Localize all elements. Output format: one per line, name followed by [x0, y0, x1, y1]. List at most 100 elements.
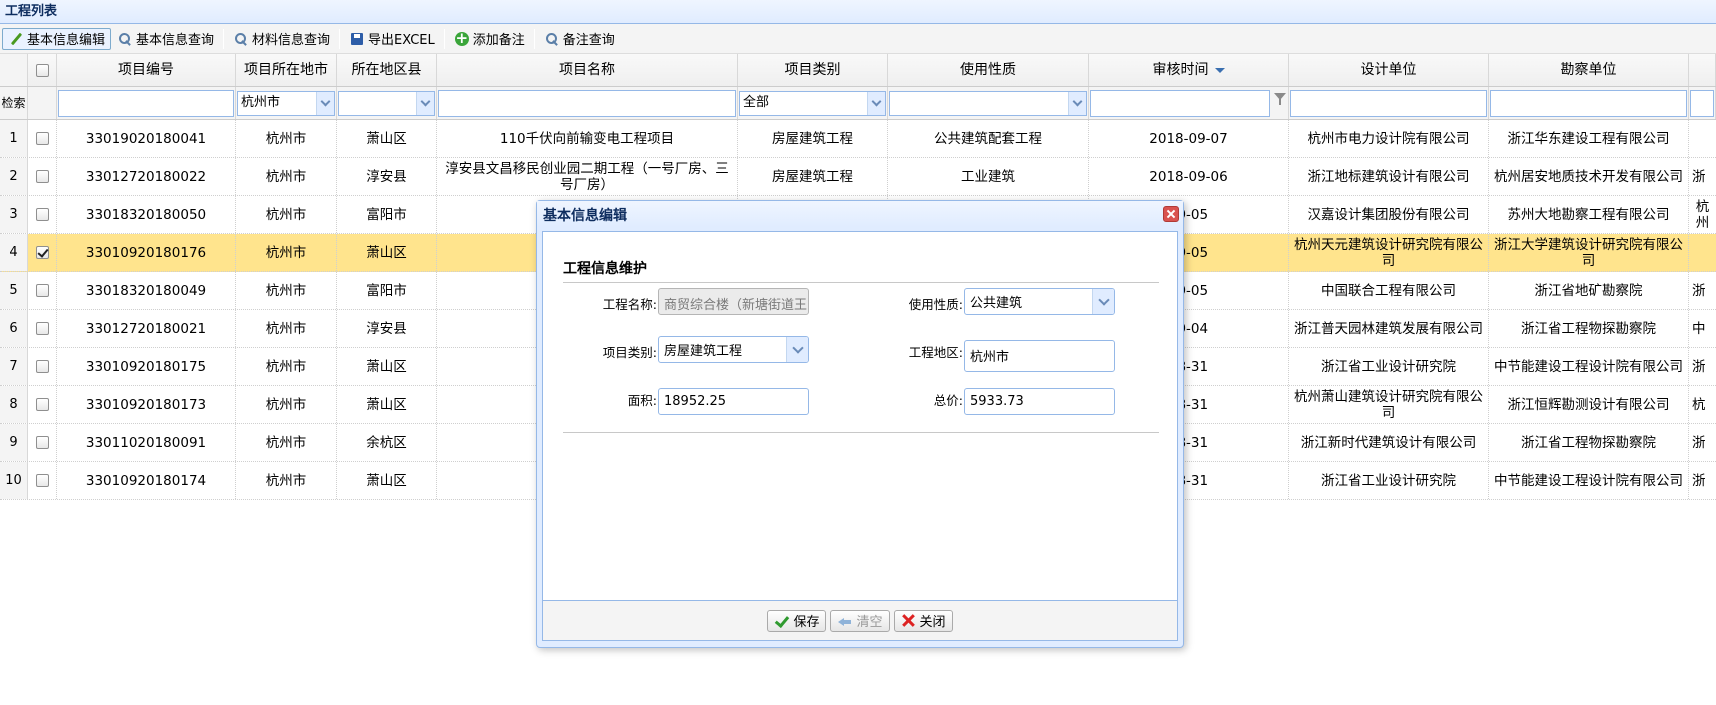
cell-district: 富阳市	[337, 272, 437, 309]
sort-desc-icon	[1214, 67, 1225, 73]
project-type-select[interactable]: 房屋建筑工程	[658, 336, 809, 363]
close-button[interactable]: 关闭	[893, 609, 953, 632]
filter-funnel-icon[interactable]	[1274, 93, 1286, 105]
cell-type: 房屋建筑工程	[738, 120, 888, 157]
filter-city-value: 杭州市	[241, 95, 281, 110]
cell-design: 杭州天元建筑设计研究院有限公司	[1289, 234, 1489, 271]
usage-value: 公共建筑	[970, 296, 1023, 311]
row-checkbox[interactable]	[35, 284, 49, 297]
column-header-code[interactable]: 项目编号	[57, 54, 236, 86]
cell-survey: 浙江省工程物探勘察院	[1489, 310, 1689, 347]
toolbar: 基本信息编辑 基本信息查询 材料信息查询 导出EXCEL 添加备注 备注查询	[0, 24, 1716, 54]
row-checkbox-cell	[28, 348, 57, 385]
row-checkbox-cell	[28, 158, 57, 195]
cell-design: 杭州市电力设计院有限公司	[1289, 120, 1489, 157]
filter-type-select[interactable]: 全部	[739, 90, 886, 116]
area-input[interactable]: 18952.25	[658, 388, 809, 415]
chevron-down-icon[interactable]	[416, 91, 434, 115]
row-checkbox[interactable]	[35, 322, 49, 335]
cell-usage: 公共建筑配套工程	[888, 120, 1089, 157]
row-checkbox[interactable]	[35, 398, 49, 411]
row-checkbox[interactable]	[35, 208, 49, 221]
cell-code: 33012720180021	[57, 310, 236, 347]
table-row[interactable]: 2 33012720180022 杭州市 淳安县 淳安县文昌移民创业园二期工程（…	[0, 158, 1716, 196]
total-price-input[interactable]: 5933.73	[964, 388, 1115, 415]
filter-design-input[interactable]	[1290, 89, 1487, 117]
filter-time-input[interactable]	[1090, 89, 1270, 117]
section-divider-bottom	[563, 432, 1159, 433]
query-notes-button[interactable]: 备注查询	[538, 28, 621, 50]
table-row[interactable]: 1 33019020180041 杭州市 萧山区 110千伏向前输变电工程项目 …	[0, 120, 1716, 158]
filter-district-select[interactable]	[338, 90, 435, 116]
usage-select[interactable]: 公共建筑	[964, 288, 1115, 315]
select-all-checkbox[interactable]	[35, 63, 49, 77]
edit-dialog: 基本信息编辑 工程信息维护 工程名称: 商贸综合楼（新塘街道王 使用性质: 公共…	[536, 200, 1184, 648]
cell-design: 杭州萧山建筑设计研究院有限公司	[1289, 386, 1489, 423]
edit-basic-info-button[interactable]: 基本信息编辑	[2, 27, 112, 50]
filter-city-select[interactable]: 杭州市	[237, 90, 335, 116]
row-checkbox[interactable]	[35, 132, 49, 145]
row-checkbox[interactable]	[35, 246, 49, 259]
filter-usage-select[interactable]	[889, 90, 1087, 116]
query-basic-info-button[interactable]: 基本信息查询	[111, 28, 220, 50]
dialog-title-bar[interactable]: 基本信息编辑	[537, 201, 1183, 227]
clear-button[interactable]: 清空	[830, 609, 890, 632]
row-checkbox[interactable]	[35, 474, 49, 487]
cell-code: 33011020180091	[57, 424, 236, 461]
cell-city: 杭州市	[236, 158, 337, 195]
row-number: 7	[0, 348, 28, 385]
close-icon[interactable]	[1163, 206, 1179, 222]
add-note-button[interactable]: 添加备注	[448, 28, 531, 50]
filter-code-input[interactable]	[58, 89, 234, 117]
cell-design: 中国联合工程有限公司	[1289, 272, 1489, 309]
filter-name-input[interactable]	[438, 89, 736, 117]
column-header-district[interactable]: 所在地区县	[337, 54, 437, 86]
filter-name-cell	[437, 87, 738, 119]
project-type-value: 房屋建筑工程	[664, 344, 743, 359]
project-name-field[interactable]: 商贸综合楼（新塘街道王	[658, 288, 809, 315]
column-header-type[interactable]: 项目类别	[738, 54, 888, 86]
row-checkbox[interactable]	[35, 360, 49, 373]
search-icon	[233, 31, 249, 47]
row-checkbox-cell	[28, 462, 57, 499]
row-number: 2	[0, 158, 28, 195]
chevron-down-icon[interactable]	[786, 337, 808, 362]
edit-basic-info-label: 基本信息编辑	[27, 33, 106, 48]
cell-city: 杭州市	[236, 196, 337, 233]
column-header-name[interactable]: 项目名称	[437, 54, 738, 86]
region-input[interactable]: 杭州市	[964, 340, 1115, 372]
cell-time: 2018-09-06	[1089, 158, 1289, 195]
search-icon	[117, 31, 133, 47]
column-header-city[interactable]: 项目所在地市	[236, 54, 337, 86]
clear-button-label: 清空	[856, 615, 883, 630]
row-number: 3	[0, 196, 28, 233]
export-excel-button[interactable]: 导出EXCEL	[343, 28, 441, 50]
back-arrow-icon	[837, 613, 853, 629]
row-checkbox[interactable]	[35, 170, 49, 183]
save-button[interactable]: 保存	[767, 609, 827, 632]
cell-survey: 浙江省工程物探勘察院	[1489, 424, 1689, 461]
column-header-usage[interactable]: 使用性质	[888, 54, 1089, 86]
filter-survey-input[interactable]	[1490, 89, 1687, 117]
toolbar-separator	[443, 28, 445, 49]
chevron-down-icon[interactable]	[316, 91, 334, 115]
toolbar-separator	[533, 28, 535, 49]
row-checkbox[interactable]	[35, 436, 49, 449]
column-header-time[interactable]: 审核时间	[1089, 54, 1289, 86]
cell-design: 浙江普天园林建筑发展有限公司	[1289, 310, 1489, 347]
search-icon	[544, 31, 560, 47]
query-material-info-label: 材料信息查询	[252, 33, 331, 48]
chevron-down-icon[interactable]	[1092, 289, 1114, 314]
row-number: 5	[0, 272, 28, 309]
chevron-down-icon[interactable]	[1068, 91, 1086, 115]
row-number: 1	[0, 120, 28, 157]
query-material-info-button[interactable]: 材料信息查询	[227, 28, 336, 50]
cell-extra: 杭州	[1695, 198, 1710, 231]
total-price-label: 总价:	[933, 393, 963, 408]
filter-extra-input[interactable]	[1690, 89, 1714, 117]
cell-extra: 浙	[1692, 434, 1706, 451]
column-header-survey[interactable]: 勘察单位	[1489, 54, 1689, 86]
row-checkbox-cell	[28, 310, 57, 347]
column-header-design[interactable]: 设计单位	[1289, 54, 1489, 86]
chevron-down-icon[interactable]	[867, 91, 885, 115]
